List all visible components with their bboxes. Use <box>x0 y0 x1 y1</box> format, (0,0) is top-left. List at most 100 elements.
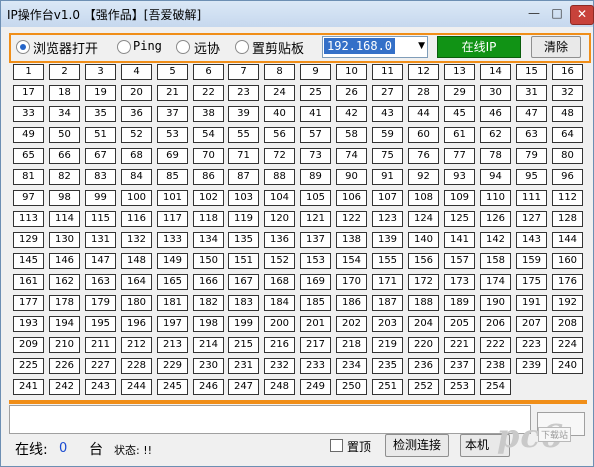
ip-button-113[interactable]: 113 <box>13 211 44 227</box>
ip-button-35[interactable]: 35 <box>85 106 116 122</box>
radio-ping[interactable] <box>117 40 131 54</box>
ip-button-175[interactable]: 175 <box>516 274 547 290</box>
ip-button-135[interactable]: 135 <box>228 232 259 248</box>
ip-button-83[interactable]: 83 <box>85 169 116 185</box>
ip-button-181[interactable]: 181 <box>157 295 188 311</box>
ip-button-114[interactable]: 114 <box>49 211 80 227</box>
ip-button-105[interactable]: 105 <box>300 190 331 206</box>
ip-button-56[interactable]: 56 <box>264 127 295 143</box>
ip-button-38[interactable]: 38 <box>193 106 224 122</box>
ip-button-94[interactable]: 94 <box>480 169 511 185</box>
ip-button-91[interactable]: 91 <box>372 169 403 185</box>
ip-button-171[interactable]: 171 <box>372 274 403 290</box>
ip-button-10[interactable]: 10 <box>336 64 367 80</box>
ip-button-50[interactable]: 50 <box>49 127 80 143</box>
ip-button-161[interactable]: 161 <box>13 274 44 290</box>
ip-button-249[interactable]: 249 <box>300 379 331 395</box>
ip-button-242[interactable]: 242 <box>49 379 80 395</box>
ip-button-204[interactable]: 204 <box>408 316 439 332</box>
ip-button-125[interactable]: 125 <box>444 211 475 227</box>
ip-button-34[interactable]: 34 <box>49 106 80 122</box>
ip-button-98[interactable]: 98 <box>49 190 80 206</box>
ip-button-9[interactable]: 9 <box>300 64 331 80</box>
ip-button-182[interactable]: 182 <box>193 295 224 311</box>
ip-button-101[interactable]: 101 <box>157 190 188 206</box>
ip-button-143[interactable]: 143 <box>516 232 547 248</box>
ip-button-213[interactable]: 213 <box>157 337 188 353</box>
ip-button-23[interactable]: 23 <box>228 85 259 101</box>
ip-button-26[interactable]: 26 <box>336 85 367 101</box>
ip-button-172[interactable]: 172 <box>408 274 439 290</box>
ip-button-144[interactable]: 144 <box>552 232 583 248</box>
ip-button-2[interactable]: 2 <box>49 64 80 80</box>
ip-button-217[interactable]: 217 <box>300 337 331 353</box>
ip-button-176[interactable]: 176 <box>552 274 583 290</box>
ip-button-45[interactable]: 45 <box>444 106 475 122</box>
ip-button-133[interactable]: 133 <box>157 232 188 248</box>
ip-button-54[interactable]: 54 <box>193 127 224 143</box>
ip-button-13[interactable]: 13 <box>444 64 475 80</box>
ip-button-117[interactable]: 117 <box>157 211 188 227</box>
ip-button-106[interactable]: 106 <box>336 190 367 206</box>
ip-button-112[interactable]: 112 <box>552 190 583 206</box>
clear-button[interactable]: 清除 <box>531 36 581 58</box>
ip-button-180[interactable]: 180 <box>121 295 152 311</box>
ip-button-186[interactable]: 186 <box>336 295 367 311</box>
ip-button-228[interactable]: 228 <box>121 358 152 374</box>
ip-button-224[interactable]: 224 <box>552 337 583 353</box>
ip-button-126[interactable]: 126 <box>480 211 511 227</box>
ip-button-63[interactable]: 63 <box>516 127 547 143</box>
ip-button-206[interactable]: 206 <box>480 316 511 332</box>
ip-button-130[interactable]: 130 <box>49 232 80 248</box>
ip-button-43[interactable]: 43 <box>372 106 403 122</box>
ip-prefix-select[interactable]: 192.168.0 ▼ <box>322 36 428 58</box>
ip-button-3[interactable]: 3 <box>85 64 116 80</box>
ip-button-215[interactable]: 215 <box>228 337 259 353</box>
ip-button-244[interactable]: 244 <box>121 379 152 395</box>
ip-button-234[interactable]: 234 <box>336 358 367 374</box>
ip-button-108[interactable]: 108 <box>408 190 439 206</box>
ip-button-87[interactable]: 87 <box>228 169 259 185</box>
ip-button-226[interactable]: 226 <box>49 358 80 374</box>
ip-button-7[interactable]: 7 <box>228 64 259 80</box>
ip-button-47[interactable]: 47 <box>516 106 547 122</box>
ip-button-24[interactable]: 24 <box>264 85 295 101</box>
ip-button-128[interactable]: 128 <box>552 211 583 227</box>
ip-button-207[interactable]: 207 <box>516 316 547 332</box>
ip-button-131[interactable]: 131 <box>85 232 116 248</box>
ip-button-39[interactable]: 39 <box>228 106 259 122</box>
ip-button-96[interactable]: 96 <box>552 169 583 185</box>
ip-button-20[interactable]: 20 <box>121 85 152 101</box>
radio-clipboard-label[interactable]: 置剪贴板 <box>252 38 304 57</box>
ip-button-86[interactable]: 86 <box>193 169 224 185</box>
ip-button-36[interactable]: 36 <box>121 106 152 122</box>
ip-button-33[interactable]: 33 <box>13 106 44 122</box>
ip-button-122[interactable]: 122 <box>336 211 367 227</box>
ip-button-191[interactable]: 191 <box>516 295 547 311</box>
ip-button-208[interactable]: 208 <box>552 316 583 332</box>
ip-button-46[interactable]: 46 <box>480 106 511 122</box>
ip-button-203[interactable]: 203 <box>372 316 403 332</box>
ip-button-53[interactable]: 53 <box>157 127 188 143</box>
close-button[interactable]: ✕ <box>570 5 594 25</box>
ip-button-64[interactable]: 64 <box>552 127 583 143</box>
ip-button-80[interactable]: 80 <box>552 148 583 164</box>
ip-button-81[interactable]: 81 <box>13 169 44 185</box>
ip-button-42[interactable]: 42 <box>336 106 367 122</box>
ip-button-119[interactable]: 119 <box>228 211 259 227</box>
ip-button-59[interactable]: 59 <box>372 127 403 143</box>
ip-button-183[interactable]: 183 <box>228 295 259 311</box>
pin-checkbox[interactable] <box>330 439 343 452</box>
log-output[interactable] <box>9 405 531 434</box>
radio-remote[interactable] <box>176 40 190 54</box>
ip-button-127[interactable]: 127 <box>516 211 547 227</box>
ip-button-123[interactable]: 123 <box>372 211 403 227</box>
ip-button-18[interactable]: 18 <box>49 85 80 101</box>
ip-button-15[interactable]: 15 <box>516 64 547 80</box>
ip-button-17[interactable]: 17 <box>13 85 44 101</box>
ip-button-66[interactable]: 66 <box>49 148 80 164</box>
ip-button-220[interactable]: 220 <box>408 337 439 353</box>
ip-button-227[interactable]: 227 <box>85 358 116 374</box>
ip-button-109[interactable]: 109 <box>444 190 475 206</box>
ip-button-90[interactable]: 90 <box>336 169 367 185</box>
